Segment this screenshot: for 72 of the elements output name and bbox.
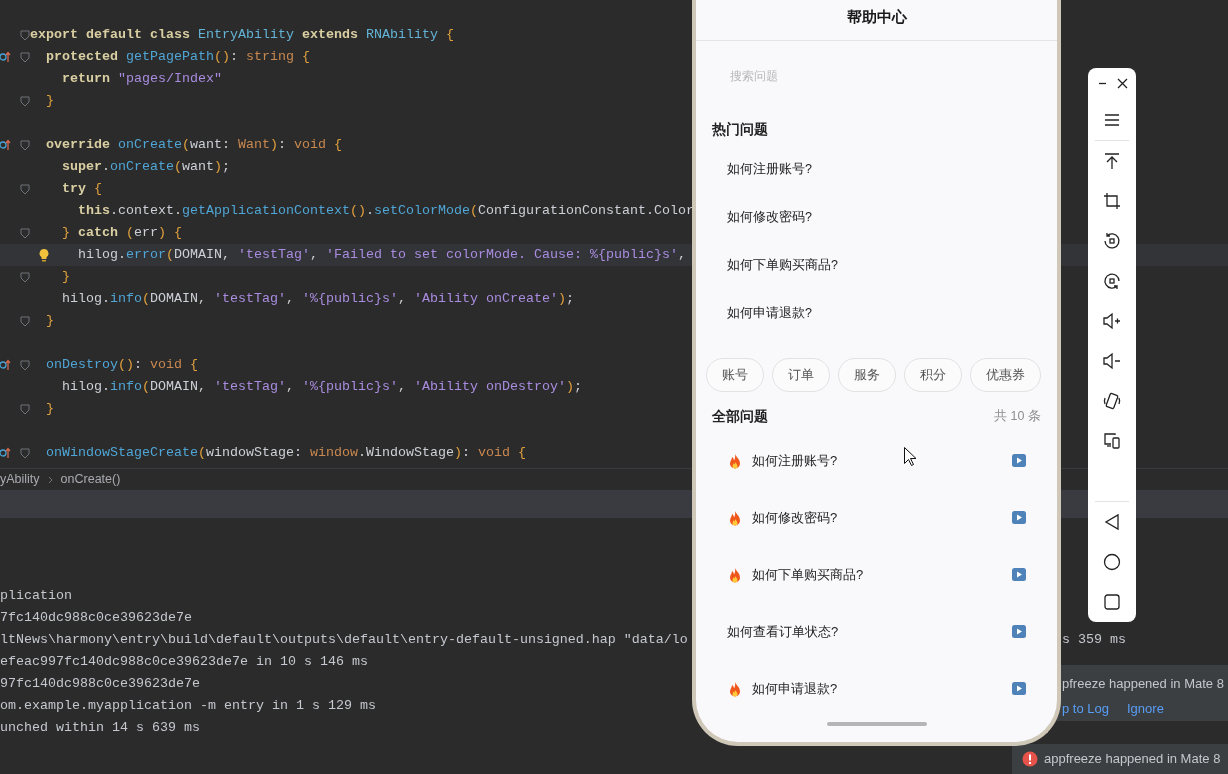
close-button[interactable] [1116,77,1128,89]
console-line: s 359 ms [1062,631,1126,649]
category-chip[interactable]: 积分 [904,358,962,392]
play-icon [1012,682,1026,695]
question-link[interactable]: 如何申请退款? [752,678,1003,699]
play-icon [1012,568,1026,581]
question-link[interactable]: 如何注册账号? [727,159,812,179]
play-icon [1012,625,1026,638]
code-line: export default class EntryAbility extends RNAbility { [30,26,454,44]
console-line: 7fc140dc988c0ce39623de7e [0,609,192,627]
code-line: } [46,92,54,110]
rotate-right-icon [1103,272,1121,290]
code-line: hilog.error(DOMAIN, 'testTag', 'Failed to set colorMode. Cause: %{public}s', [78,246,686,264]
rotate-device-icon [1103,392,1121,410]
breadcrumb-item[interactable]: onCreate() [60,470,121,489]
code-line: return "pages/Index" [62,70,222,88]
crop-icon [1103,192,1121,210]
volume-down-icon [1103,352,1121,370]
console-line: 97fc140dc988c0ce39623de7e [0,675,200,693]
multi-device-icon [1103,432,1121,450]
question-link[interactable]: 如何修改密码? [727,207,812,227]
console-line: plication [0,587,72,605]
question-link[interactable]: 如何修改密码? [752,507,1003,528]
page-title: 帮助中心 [846,7,907,27]
category-chip[interactable]: 优惠券 [970,358,1041,392]
rotate-left-icon [1103,232,1121,250]
notification-message: pfreeze happened in Mate 8 [1062,675,1224,693]
code-line: hilog.info(DOMAIN, 'testTag', '%{public}s', 'Ability onDestroy'); [62,378,582,396]
volume-up-icon [1103,312,1121,330]
play-icon [1012,511,1026,524]
item-count: 共 10 条 [994,407,1041,425]
category-chip[interactable]: 账号 [706,358,764,392]
error-icon [1022,751,1038,767]
console-line: ltNews\harmony\entry\build\default\outputs\default\entry-default-unsigned.hap "data/lo [0,631,688,649]
notification-link[interactable]: p to Log [1062,698,1109,718]
code-line: onDestroy(): void { [46,356,198,374]
notification-message: appfreeze happened in Mate 8 [1044,750,1221,769]
code-line: } [62,268,70,286]
category-chip[interactable]: 服务 [838,358,896,392]
code-line: super.onCreate(want); [62,158,230,176]
code-line: try { [62,180,102,198]
section-heading: 热门问题 [712,120,768,139]
notification-link[interactable]: Ignore [1127,698,1164,718]
question-link[interactable]: 如何申请退款? [727,303,812,323]
breadcrumb-item[interactable]: yAbility [0,470,40,489]
recents-icon [1103,593,1121,611]
mouse-cursor-icon [904,447,916,466]
play-icon [1012,454,1026,467]
question-link[interactable]: 如何下单购买商品? [727,255,838,275]
console-line: efeac997fc140dc988c0ce39623de7e in 10 s 146 ms [0,653,368,671]
console-line: om.example.myapplication -m entry in 1 s 129 ms [0,697,376,715]
chevron-icon [47,475,53,484]
code-line: } [46,312,54,330]
question-link[interactable]: 如何注册账号? [752,450,1003,471]
menu-icon [1103,111,1121,129]
category-chip[interactable]: 订单 [772,358,830,392]
section-heading: 全部问题 [712,406,768,426]
home-icon [1103,553,1121,571]
search-field[interactable]: 搜索问题 [730,60,1010,91]
code-line: this.context.getApplicationContext().setColorMode(ConfigurationConstant.Color [78,202,694,220]
code-line: onWindowStageCreate(windowStage: window.WindowStage): void { [46,444,526,462]
close-icon [1116,77,1128,89]
code-line: hilog.info(DOMAIN, 'testTag', '%{public}s', 'Ability onCreate'); [62,290,574,308]
question-link[interactable]: 如何下单购买商品? [752,564,1003,585]
console-line: unched within 14 s 639 ms [0,719,200,737]
code-line: } catch (err) { [62,224,182,242]
back-icon [1103,513,1121,531]
upload-icon [1103,152,1121,170]
code-line: protected getPagePath(): string { [46,48,310,66]
code-line: override onCreate(want: Want): void { [46,136,342,154]
question-link[interactable]: 如何查看订单状态? [727,621,1003,642]
code-line: } [46,400,54,418]
